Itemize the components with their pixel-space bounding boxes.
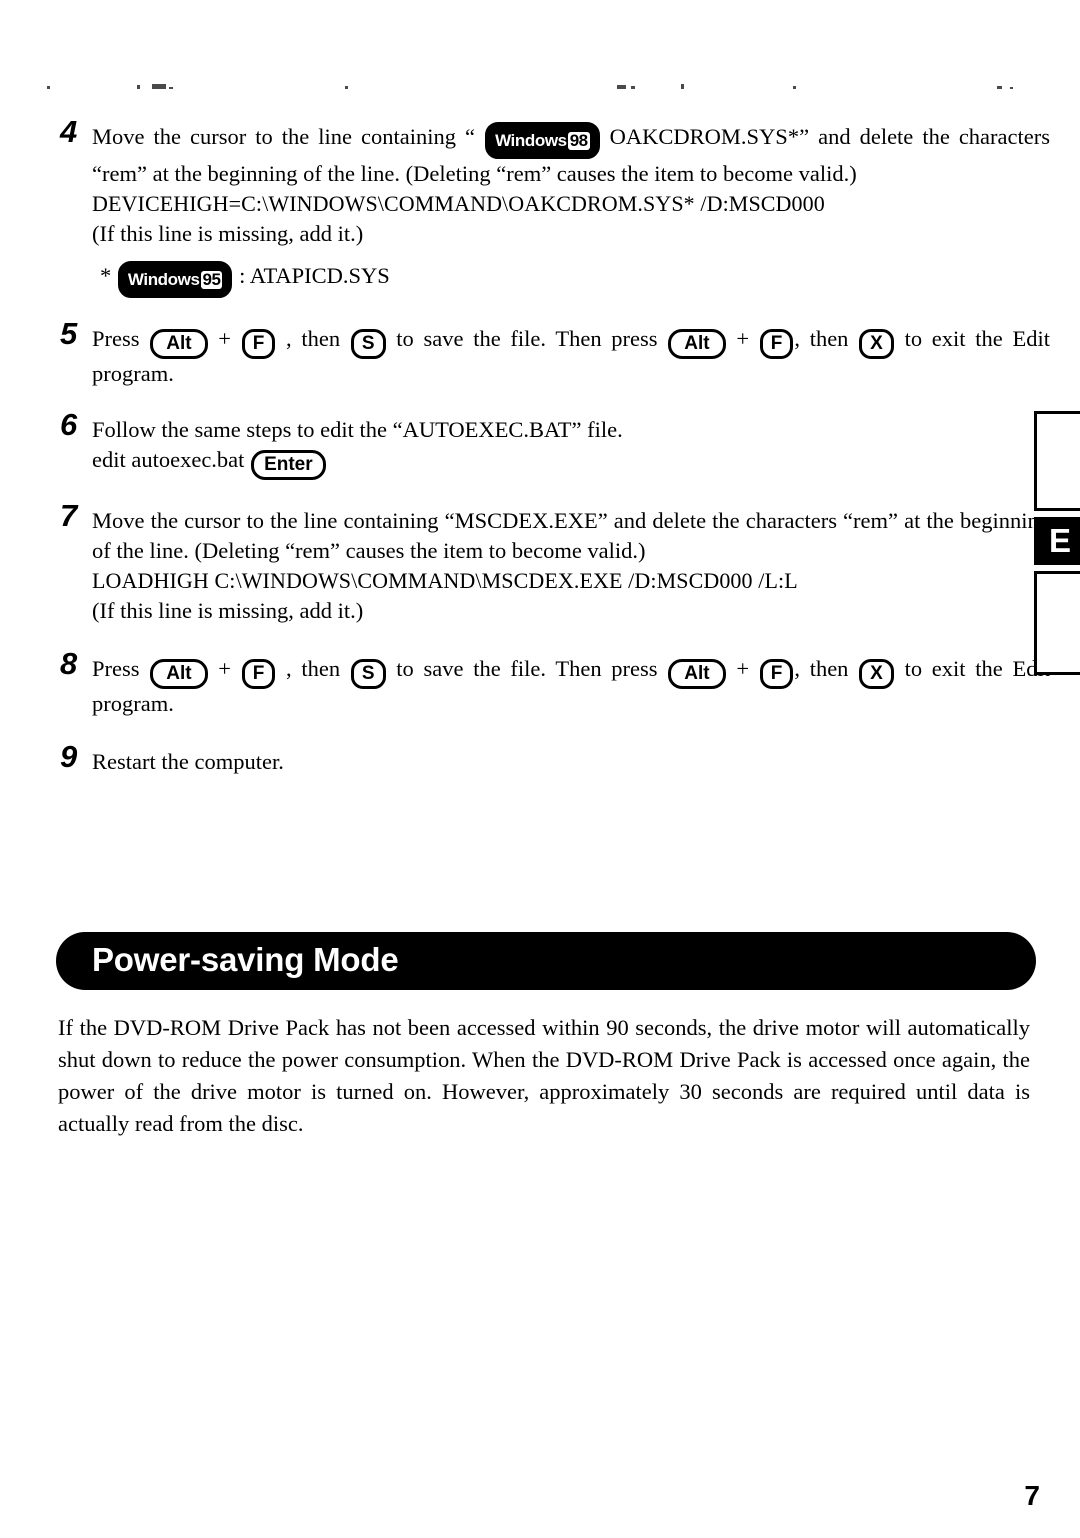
step-text: Move the cursor to the line containing “… — [92, 506, 1050, 626]
key-s: S — [350, 659, 386, 689]
section-body-text: If the DVD-ROM Drive Pack has not been a… — [58, 1015, 1030, 1136]
step-text: Move the cursor to the line containing “… — [92, 122, 1050, 298]
windows95-badge: Windows 95 — [117, 261, 233, 298]
step-text: Press Alt + F , then S to save the file.… — [92, 324, 1050, 389]
section-banner: Power-saving Mode — [56, 932, 1036, 990]
windows95-badge-version: 95 — [200, 270, 223, 289]
step-item-6: 6 Follow the same steps to edit the “AUT… — [60, 409, 1050, 480]
scan-speckle — [793, 86, 796, 89]
save-file-text: to save the file. Then press — [386, 656, 668, 681]
step-number: 6 — [60, 407, 77, 442]
key-x: X — [859, 329, 894, 359]
windows95-badge-name: Windows — [127, 270, 200, 289]
step-number: 9 — [60, 739, 77, 774]
plus-separator: + — [726, 656, 759, 681]
scan-artifact-speckles — [0, 84, 1080, 92]
autoexec-command-line: edit autoexec.bat Enter — [92, 445, 1050, 480]
windows98-badge-version: 98 — [567, 131, 590, 150]
key-f: F — [759, 329, 794, 359]
windows95-footnote: * Windows 95 : ATAPICD.SYS — [92, 261, 1050, 298]
autoexec-instruction: Follow the same steps to edit the “AUTOE… — [92, 417, 623, 442]
footnote-file: : ATAPICD.SYS — [233, 263, 390, 288]
plus-separator: + — [208, 326, 241, 351]
key-alt: Alt — [668, 659, 726, 689]
config-sys-command: DEVICEHIGH=C:\WINDOWS\COMMAND\OAKCDROM.S… — [92, 191, 825, 216]
step-item-7: 7 Move the cursor to the line containing… — [60, 500, 1050, 626]
scan-speckle — [47, 86, 50, 89]
then-separator: , then — [794, 326, 859, 351]
scan-speckle — [137, 85, 140, 89]
document-page: 4 Move the cursor to the line containing… — [0, 0, 1080, 1538]
autoexec-bat-command: LOADHIGH C:\WINDOWS\COMMAND\MSCDEX.EXE /… — [92, 568, 798, 593]
then-separator: , then — [794, 656, 859, 681]
thumb-index-letter: E — [1034, 517, 1080, 565]
scan-speckle — [617, 85, 626, 89]
scan-speckle — [152, 84, 166, 89]
scan-speckle — [681, 84, 684, 89]
windows98-badge: Windows 98 — [485, 122, 600, 159]
windows98-badge-name: Windows — [495, 131, 567, 150]
press-label: Press — [92, 656, 150, 681]
page-number: 7 — [1024, 1480, 1040, 1511]
key-alt: Alt — [150, 659, 208, 689]
step-list: 4 Move the cursor to the line containing… — [60, 116, 1050, 795]
then-separator: , then — [276, 656, 350, 681]
key-alt: Alt — [150, 329, 208, 359]
key-s: S — [350, 329, 386, 359]
press-label: Press — [92, 326, 150, 351]
step-text: Press Alt + F , then S to save the file.… — [92, 654, 1050, 719]
scan-speckle — [631, 86, 635, 89]
step-number: 7 — [60, 498, 77, 533]
footnote-asterisk: * — [100, 263, 117, 288]
scan-speckle — [1010, 87, 1013, 89]
key-alt: Alt — [668, 329, 726, 359]
step-item-5: 5 Press Alt + F , then S to save the fil… — [60, 318, 1050, 389]
scan-speckle — [169, 87, 173, 89]
step-number: 5 — [60, 316, 77, 351]
scan-speckle — [345, 86, 348, 89]
scan-speckle — [997, 86, 1002, 89]
save-file-text: to save the file. Then press — [386, 326, 668, 351]
step-item-9: 9 Restart the computer. — [60, 741, 1050, 777]
thumb-index-box-upper — [1034, 411, 1080, 511]
thumb-index-box-lower — [1034, 571, 1080, 675]
mscdex-instruction: Move the cursor to the line containing “… — [92, 508, 1050, 563]
plus-separator: + — [208, 656, 241, 681]
key-enter: Enter — [251, 450, 326, 480]
step-text: Restart the computer. — [92, 749, 284, 774]
key-x: X — [859, 659, 894, 689]
step-text-before-badge: Move the cursor to the line containing “ — [92, 124, 485, 149]
plus-separator: + — [726, 326, 759, 351]
step-number: 8 — [60, 646, 77, 681]
step-number: 4 — [60, 114, 77, 149]
step-item-4: 4 Move the cursor to the line containing… — [60, 116, 1050, 298]
key-f: F — [241, 659, 276, 689]
key-f: F — [241, 329, 276, 359]
edit-autoexec-command: edit autoexec.bat — [92, 447, 251, 472]
step-text: Follow the same steps to edit the “AUTOE… — [92, 415, 1050, 480]
step-item-8: 8 Press Alt + F , then S to save the fil… — [60, 648, 1050, 719]
thumb-index-tab: E — [1034, 411, 1080, 675]
missing-line-note: (If this line is missing, add it.) — [92, 221, 364, 246]
missing-line-note: (If this line is missing, add it.) — [92, 598, 364, 623]
then-separator: , then — [276, 326, 350, 351]
key-f: F — [759, 659, 794, 689]
section-title: Power-saving Mode — [92, 941, 399, 978]
